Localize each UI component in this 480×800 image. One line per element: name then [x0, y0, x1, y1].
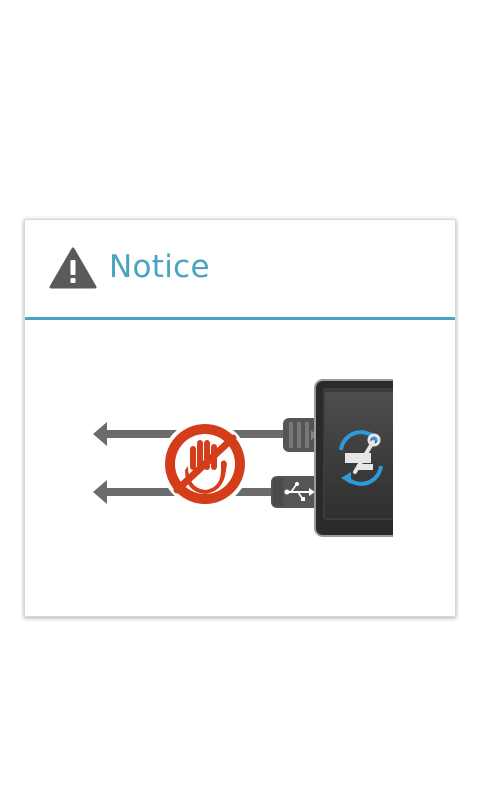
dock-connector-icon — [283, 418, 319, 452]
usb-cable-icon — [271, 476, 319, 508]
dialog-header: Notice — [25, 220, 455, 317]
left-arrow-icon — [93, 480, 153, 504]
usb-warning-illustration — [93, 379, 393, 537]
screen: Notice — [0, 0, 480, 800]
notice-dialog: Notice — [24, 219, 456, 617]
dialog-title: Notice — [109, 249, 210, 285]
no-touch-hand-icon — [161, 420, 249, 508]
warning-triangle-icon — [49, 247, 97, 289]
header-divider — [25, 317, 455, 320]
left-arrow-icon — [93, 422, 153, 446]
phone-icon — [314, 379, 393, 537]
